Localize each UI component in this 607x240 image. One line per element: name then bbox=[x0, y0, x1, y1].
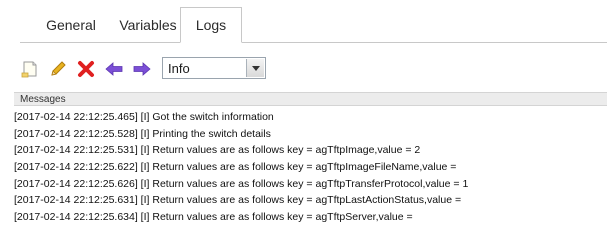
log-line: [2017-02-14 22:12:25.631] [I] Return val… bbox=[14, 194, 462, 207]
delete-button[interactable] bbox=[76, 59, 96, 79]
tab-variables[interactable]: Variables bbox=[112, 8, 184, 42]
new-document-button[interactable] bbox=[20, 59, 40, 79]
log-messages-list[interactable]: [2017-02-14 22:12:25.465] [I] Got the sw… bbox=[14, 109, 607, 226]
log-line: [2017-02-14 22:12:25.634] [I] Return val… bbox=[14, 211, 413, 224]
tab-divider bbox=[20, 42, 607, 43]
edit-button[interactable] bbox=[48, 59, 68, 79]
arrow-right-icon bbox=[133, 62, 151, 76]
new-document-icon bbox=[21, 61, 37, 78]
tab-general[interactable]: General bbox=[30, 8, 112, 42]
log-line: [2017-02-14 22:12:25.531] [I] Return val… bbox=[14, 144, 421, 157]
chevron-down-icon[interactable] bbox=[246, 59, 264, 77]
next-button[interactable] bbox=[132, 59, 152, 79]
log-line: [2017-02-14 22:12:25.626] [I] Return val… bbox=[14, 177, 469, 190]
logs-panel: General Variables Logs Info Messages [20… bbox=[0, 0, 607, 240]
log-level-value: Info bbox=[168, 61, 190, 76]
previous-button[interactable] bbox=[104, 59, 124, 79]
pencil-icon bbox=[51, 61, 66, 76]
arrow-left-icon bbox=[105, 62, 123, 76]
tab-bar: General Variables Logs bbox=[0, 0, 607, 43]
log-line: [2017-02-14 22:12:25.528] [I] Printing t… bbox=[14, 127, 271, 140]
log-toolbar: Info bbox=[14, 57, 314, 81]
log-line: [2017-02-14 22:12:25.465] [I] Got the sw… bbox=[14, 111, 274, 123]
messages-header: Messages bbox=[14, 92, 607, 106]
delete-x-icon bbox=[78, 61, 94, 77]
tab-logs[interactable]: Logs bbox=[180, 7, 242, 43]
log-line: [2017-02-14 22:12:25.622] [I] Return val… bbox=[14, 161, 457, 174]
log-level-select[interactable]: Info bbox=[162, 57, 266, 79]
